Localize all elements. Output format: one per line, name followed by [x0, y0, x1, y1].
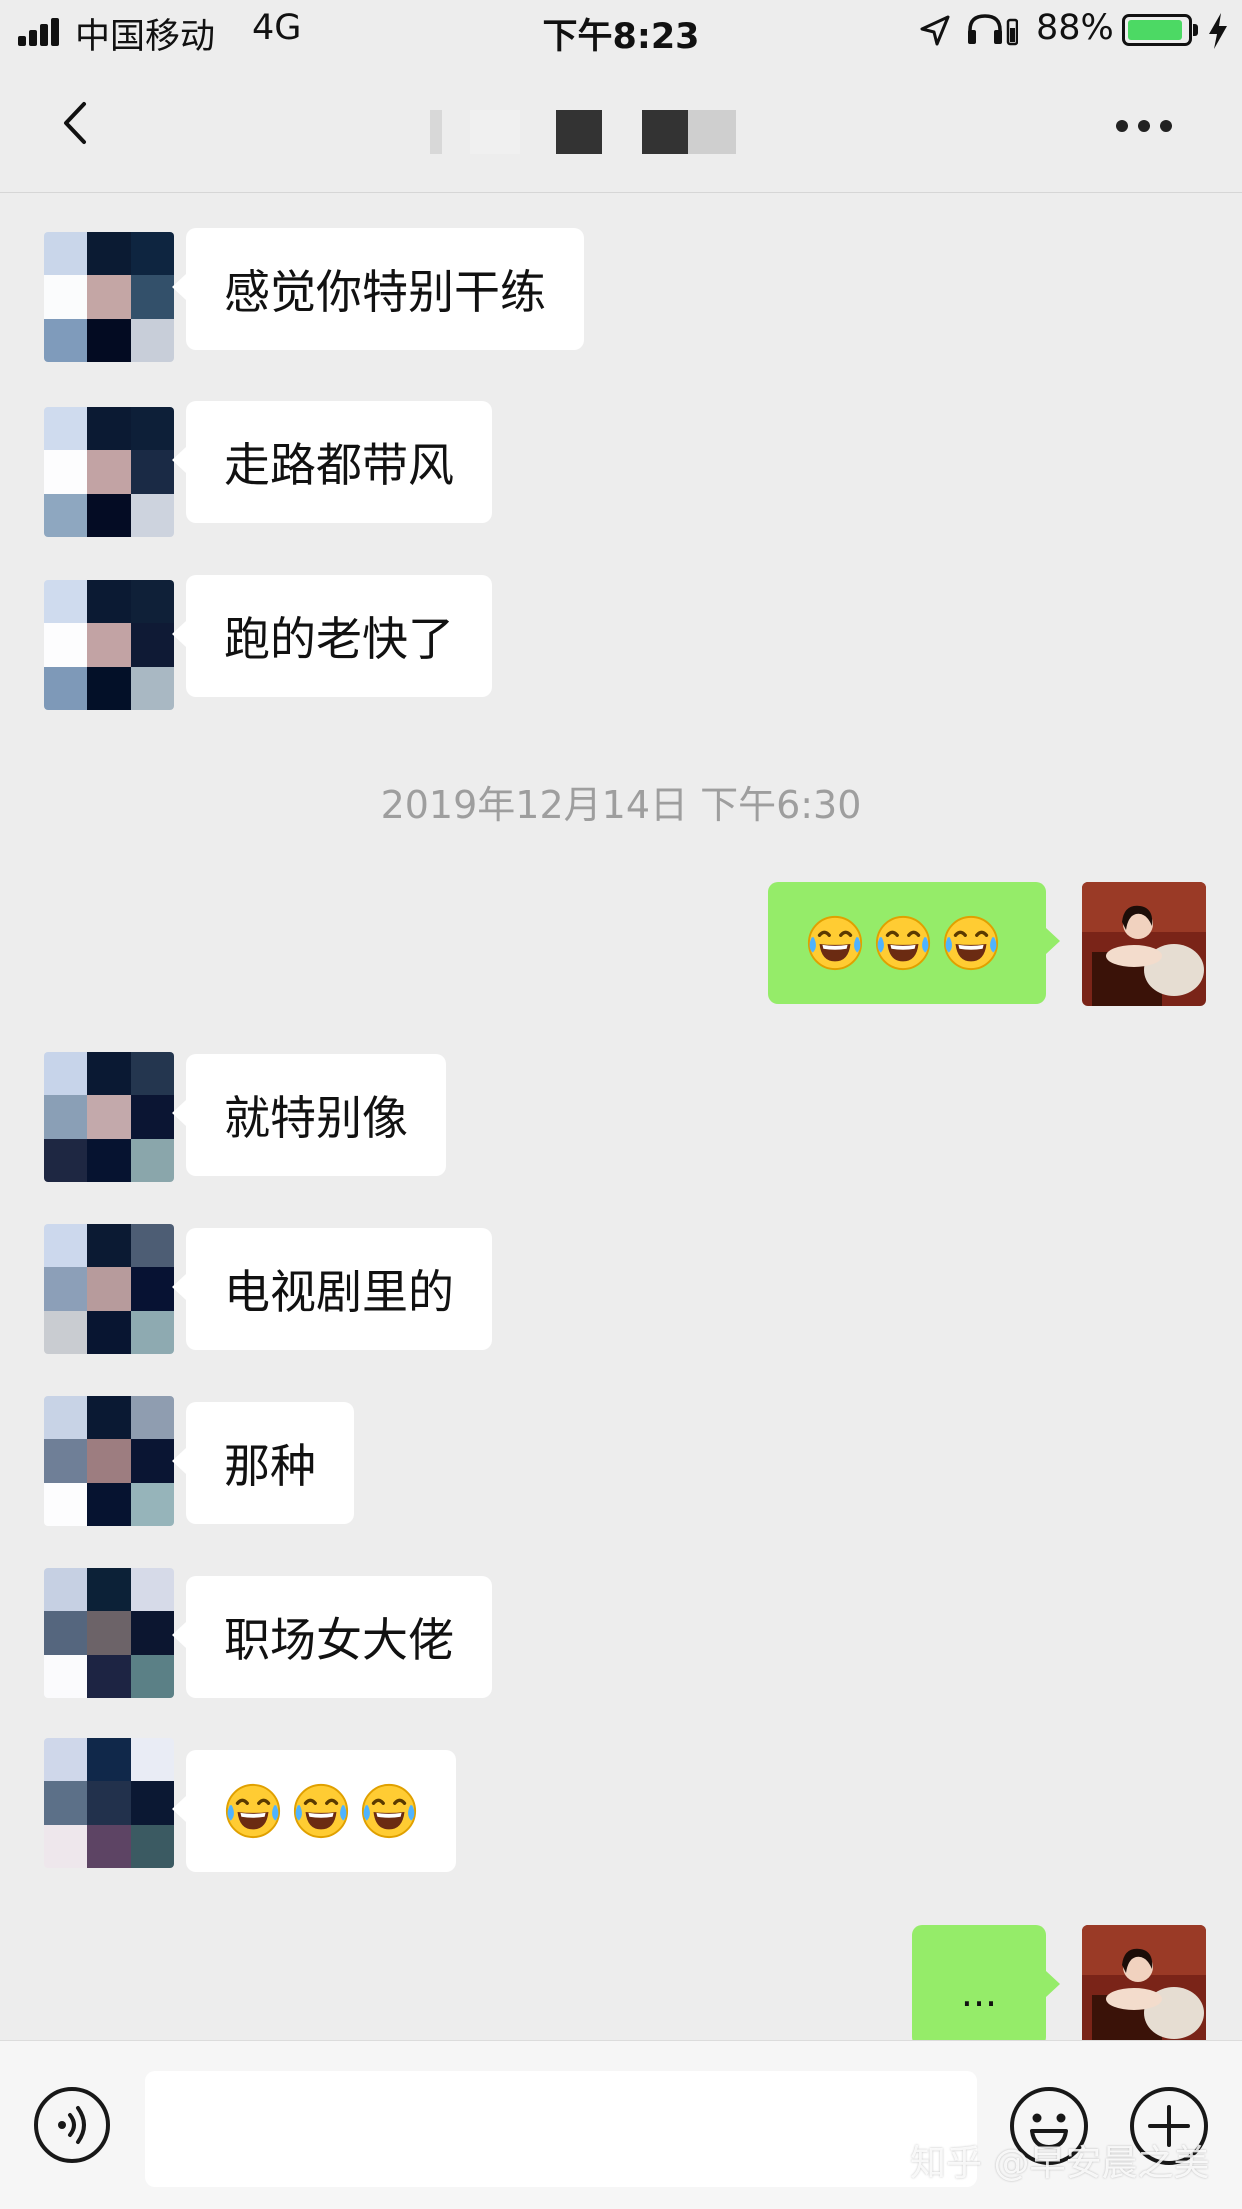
chevron-left-icon[interactable] [56, 98, 96, 148]
my-avatar[interactable] [1082, 882, 1206, 1006]
contact-avatar[interactable] [44, 407, 174, 537]
message-bubble-incoming[interactable] [172, 1750, 456, 1872]
message-text: 那种 [224, 1439, 316, 1493]
battery-tip [1193, 24, 1198, 36]
message-text: 感觉你特别干练 [224, 265, 546, 319]
message-bubble-outgoing[interactable] [768, 882, 1060, 1004]
contact-avatar[interactable] [44, 1224, 174, 1354]
message-timestamp: 2019年12月14日 下午6:30 [380, 783, 862, 827]
face-with-tears-of-joy-icon [942, 914, 1000, 972]
contact-avatar[interactable] [44, 1738, 174, 1868]
contact-avatar[interactable] [44, 1396, 174, 1526]
contact-avatar[interactable] [44, 580, 174, 710]
message-bubble-outgoing[interactable]: ... [912, 1925, 1060, 2047]
watermark: 知乎 @早安晨之美 [910, 2143, 1210, 2184]
headphones-icon [968, 14, 1018, 46]
my-avatar[interactable] [1082, 1925, 1206, 2049]
message-text: ... [960, 1971, 998, 2015]
face-with-tears-of-joy-icon [874, 914, 932, 972]
message-bubble-incoming[interactable]: 电视剧里的 [172, 1228, 492, 1350]
message-bubble-incoming[interactable]: 那种 [172, 1402, 354, 1524]
status-bar: 中国移动 4G 下午8:23 88% [0, 0, 1242, 62]
message-text: 走路都带风 [224, 438, 454, 492]
face-with-tears-of-joy-icon [360, 1782, 418, 1840]
message-text: 就特别像 [224, 1091, 408, 1145]
battery-icon [1122, 14, 1192, 46]
face-with-tears-of-joy-icon [224, 1782, 282, 1840]
more-dots-icon[interactable] [1116, 120, 1176, 134]
voice-icon[interactable] [32, 2085, 112, 2165]
message-bubble-incoming[interactable]: 就特别像 [172, 1054, 446, 1176]
face-with-tears-of-joy-icon [292, 1782, 350, 1840]
message-text: 跑的老快了 [224, 612, 454, 666]
message-text: 电视剧里的 [224, 1265, 454, 1319]
message-bubble-incoming[interactable]: 职场女大佬 [172, 1576, 492, 1698]
battery-percent: 88% [1036, 8, 1114, 48]
charging-bolt-icon [1209, 13, 1227, 49]
location-arrow-icon [920, 15, 950, 46]
message-bubble-incoming[interactable]: 跑的老快了 [172, 575, 492, 697]
contact-avatar[interactable] [44, 232, 174, 362]
face-with-tears-of-joy-icon [806, 914, 864, 972]
message-bubble-incoming[interactable]: 感觉你特别干练 [172, 228, 584, 350]
message-text: 职场女大佬 [224, 1613, 454, 1667]
message-bubble-incoming[interactable]: 走路都带风 [172, 401, 492, 523]
contact-avatar[interactable] [44, 1568, 174, 1698]
message-input[interactable] [145, 2071, 977, 2187]
nav-bar [0, 62, 1242, 193]
contact-avatar[interactable] [44, 1052, 174, 1182]
chat-title-obscured [430, 104, 760, 154]
